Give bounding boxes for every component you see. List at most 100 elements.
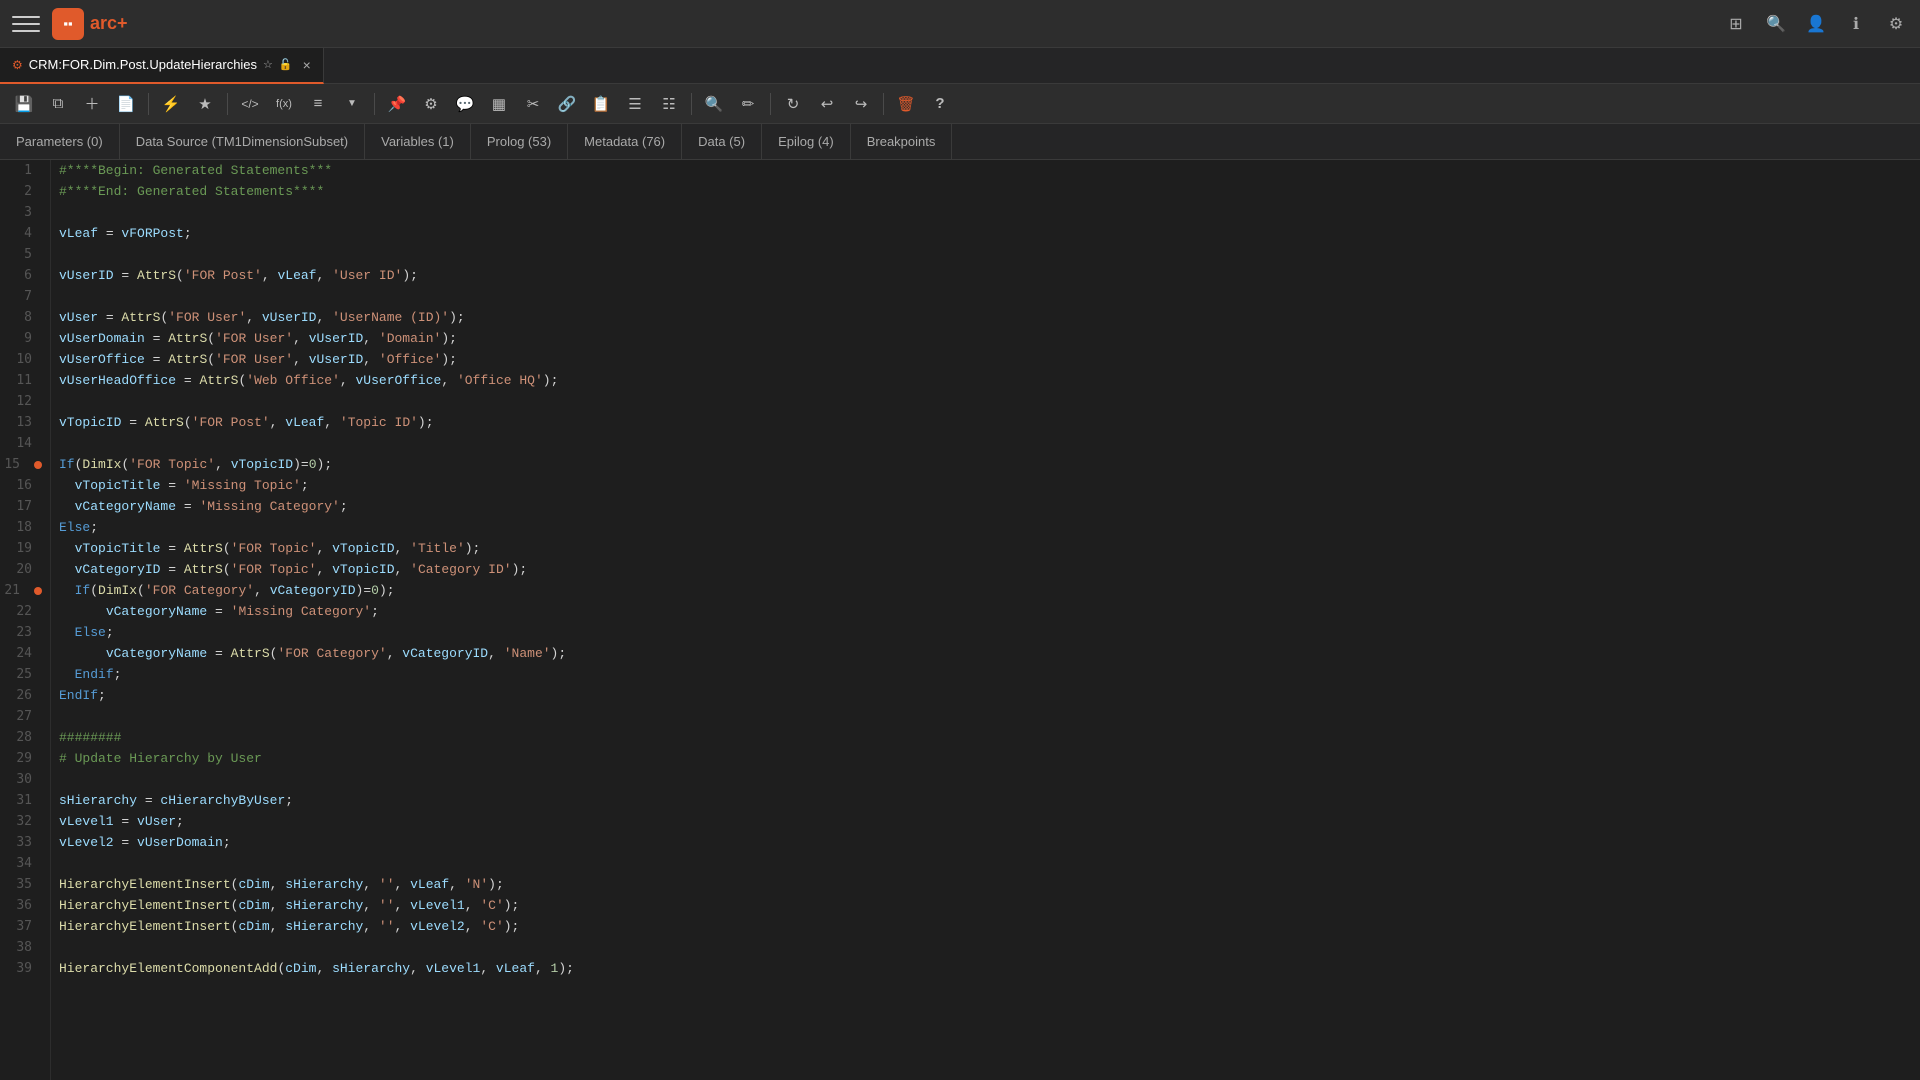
logo: ▪▪ arc+: [52, 8, 128, 40]
line-number: 9: [0, 328, 42, 349]
line-number: 14: [0, 433, 42, 454]
tab-datasource[interactable]: Data Source (TM1DimensionSubset): [120, 124, 365, 160]
align-dropdown-button[interactable]: ▼: [336, 89, 368, 119]
toolbar-sep-2: [227, 93, 228, 115]
line-number: 32: [0, 811, 42, 832]
line-number: 36: [0, 895, 42, 916]
toolbar-sep-5: [770, 93, 771, 115]
edit-button[interactable]: ✏: [732, 89, 764, 119]
grid-button[interactable]: ▦: [483, 89, 515, 119]
line-number: 4: [0, 223, 42, 244]
code-line: HierarchyElementInsert(cDim, sHierarchy,…: [59, 874, 1912, 895]
pin-button[interactable]: 📌: [381, 89, 413, 119]
function-button[interactable]: f(x): [268, 89, 300, 119]
code-line: vTopicTitle = AttrS('FOR Topic', vTopicI…: [59, 538, 1912, 559]
search-top-icon[interactable]: 🔍: [1764, 12, 1788, 36]
line-number: 26: [0, 685, 42, 706]
code-line: [59, 202, 1912, 223]
tab-variables[interactable]: Variables (1): [365, 124, 471, 160]
code-line: Else;: [59, 622, 1912, 643]
line-number: 22: [0, 601, 42, 622]
tab-metadata[interactable]: Metadata (76): [568, 124, 682, 160]
lightning-button[interactable]: ⚡: [155, 89, 187, 119]
code-line: If(DimIx('FOR Topic', vTopicID)=0);: [59, 454, 1912, 475]
line-number: 3: [0, 202, 42, 223]
align-button[interactable]: ≡: [302, 89, 334, 119]
topbar: ▪▪ arc+ ⊞ 🔍 👤 ℹ ⚙: [0, 0, 1920, 48]
code-line: [59, 853, 1912, 874]
code-line: [59, 286, 1912, 307]
code-line: EndIf;: [59, 685, 1912, 706]
line-number: 10: [0, 349, 42, 370]
tab-prolog[interactable]: Prolog (53): [471, 124, 568, 160]
refresh-button[interactable]: ↻: [777, 89, 809, 119]
new-button[interactable]: ＋: [76, 89, 108, 119]
tab-parameters[interactable]: Parameters (0): [0, 124, 120, 160]
code-line: vTopicID = AttrS('FOR Post', vLeaf, 'Top…: [59, 412, 1912, 433]
line-number: 18: [0, 517, 42, 538]
line-number: 39: [0, 958, 42, 979]
tabbar: ⚙ CRM:FOR.Dim.Post.UpdateHierarchies ☆ 🔓…: [0, 48, 1920, 84]
align-left-button[interactable]: ☰: [619, 89, 651, 119]
tab-breakpoints[interactable]: Breakpoints: [851, 124, 953, 160]
settings-icon[interactable]: ⚙: [1884, 12, 1908, 36]
settings-cog-button[interactable]: ⚙: [415, 89, 447, 119]
line-number: 15: [0, 454, 42, 475]
line-number: 12: [0, 391, 42, 412]
save-button[interactable]: 💾: [8, 89, 40, 119]
redo-button[interactable]: ↪: [845, 89, 877, 119]
tab-title: CRM:FOR.Dim.Post.UpdateHierarchies: [29, 57, 257, 72]
tab-close-button[interactable]: ×: [303, 57, 311, 73]
link-button[interactable]: 🔗: [551, 89, 583, 119]
tab-lock-icon: 🔓: [279, 58, 293, 71]
line-number: 30: [0, 769, 42, 790]
line-number: 31: [0, 790, 42, 811]
topbar-right: ⊞ 🔍 👤 ℹ ⚙: [1724, 12, 1908, 36]
copy2-button[interactable]: 📋: [585, 89, 617, 119]
line-number: 16: [0, 475, 42, 496]
line-number: 20: [0, 559, 42, 580]
search-button[interactable]: 🔍: [698, 89, 730, 119]
help-button[interactable]: ?: [924, 89, 956, 119]
delete-button[interactable]: 🗑: [890, 89, 922, 119]
user-icon[interactable]: 👤: [1804, 12, 1828, 36]
line-number: 2: [0, 181, 42, 202]
editor[interactable]: 1234567891011121314151617181920212223242…: [0, 160, 1920, 1080]
code-line: sHierarchy = cHierarchyByUser;: [59, 790, 1912, 811]
code-area[interactable]: #****Begin: Generated Statements***#****…: [51, 160, 1920, 1080]
code-line: vCategoryName = 'Missing Category';: [59, 601, 1912, 622]
line-number: 8: [0, 307, 42, 328]
line-number: 29: [0, 748, 42, 769]
code-line: vLeaf = vFORPost;: [59, 223, 1912, 244]
info-icon[interactable]: ℹ: [1844, 12, 1868, 36]
tab-epilog[interactable]: Epilog (4): [762, 124, 851, 160]
logo-text: arc+: [90, 13, 128, 34]
scissors-button[interactable]: ✂: [517, 89, 549, 119]
star-button[interactable]: ★: [189, 89, 221, 119]
toolbar-sep-3: [374, 93, 375, 115]
tab-data[interactable]: Data (5): [682, 124, 762, 160]
code-line: HierarchyElementInsert(cDim, sHierarchy,…: [59, 895, 1912, 916]
line-number: 21: [0, 580, 42, 601]
line-numbers: 1234567891011121314151617181920212223242…: [0, 160, 51, 1080]
line-number: 17: [0, 496, 42, 517]
code-line: HierarchyElementInsert(cDim, sHierarchy,…: [59, 916, 1912, 937]
line-number: 35: [0, 874, 42, 895]
grid-icon[interactable]: ⊞: [1724, 12, 1748, 36]
align-right-button[interactable]: ☷: [653, 89, 685, 119]
line-number: 7: [0, 286, 42, 307]
code-line: ########: [59, 727, 1912, 748]
hamburger-menu[interactable]: [12, 10, 40, 38]
code-line: #****Begin: Generated Statements***: [59, 160, 1912, 181]
undo-button[interactable]: ↩: [811, 89, 843, 119]
comment-button[interactable]: 💬: [449, 89, 481, 119]
code-button[interactable]: </>: [234, 89, 266, 119]
copy-button[interactable]: ⧉: [42, 89, 74, 119]
line-number: 38: [0, 937, 42, 958]
tab-star-icon[interactable]: ☆: [263, 58, 273, 71]
tab-icon: ⚙: [12, 58, 23, 72]
document-button[interactable]: 📄: [110, 89, 142, 119]
breakpoint-marker: [34, 461, 42, 469]
editor-tab[interactable]: ⚙ CRM:FOR.Dim.Post.UpdateHierarchies ☆ 🔓…: [0, 48, 324, 84]
line-number: 24: [0, 643, 42, 664]
